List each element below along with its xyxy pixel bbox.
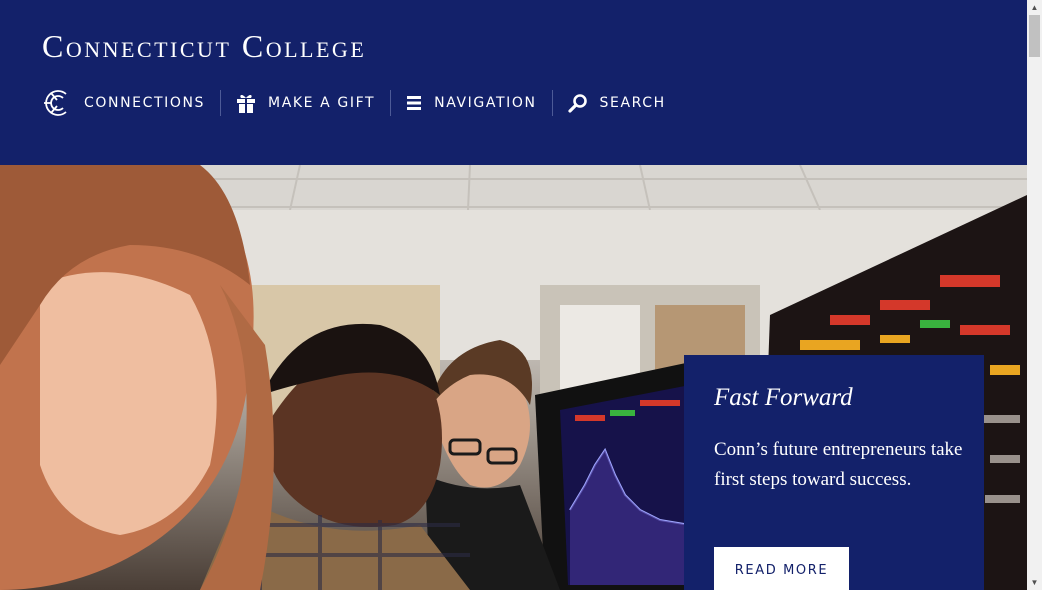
nav-divider xyxy=(220,90,222,116)
nav-navigation[interactable]: NAVIGATION xyxy=(406,86,536,120)
vertical-scrollbar[interactable]: ▲ ▼ xyxy=(1027,0,1042,590)
connections-logo-icon xyxy=(42,87,72,119)
site-header: Connecticut College CONNECTIONS MAKE A G… xyxy=(0,0,1027,165)
hero-banner: Fast Forward Conn’s future entrepreneurs… xyxy=(0,165,1027,590)
site-title[interactable]: Connecticut College xyxy=(42,28,366,64)
read-more-button[interactable]: READ MORE xyxy=(714,547,849,590)
gift-icon xyxy=(236,92,256,114)
main-nav: CONNECTIONS MAKE A GIFT NAVIGATION SEARC… xyxy=(42,86,666,120)
nav-make-a-gift-label: MAKE A GIFT xyxy=(268,95,376,111)
nav-connections-label: CONNECTIONS xyxy=(84,95,206,111)
nav-search-label: SEARCH xyxy=(599,95,666,111)
nav-divider xyxy=(390,90,392,116)
nav-navigation-label: NAVIGATION xyxy=(434,95,537,111)
scroll-down-arrow-icon[interactable]: ▼ xyxy=(1027,575,1042,590)
nav-connections[interactable]: CONNECTIONS xyxy=(42,86,205,120)
hamburger-menu-icon xyxy=(406,95,422,111)
nav-make-a-gift[interactable]: MAKE A GIFT xyxy=(236,86,375,120)
nav-divider xyxy=(551,90,553,116)
search-icon xyxy=(567,93,588,113)
scrollbar-thumb[interactable] xyxy=(1029,15,1040,57)
scroll-up-arrow-icon[interactable]: ▲ xyxy=(1027,0,1042,15)
feature-card: Fast Forward Conn’s future entrepreneurs… xyxy=(684,355,984,590)
feature-title: Fast Forward xyxy=(714,384,853,411)
nav-search[interactable]: SEARCH xyxy=(567,86,666,120)
feature-description: Conn’s future entrepreneurs take first s… xyxy=(714,439,963,490)
